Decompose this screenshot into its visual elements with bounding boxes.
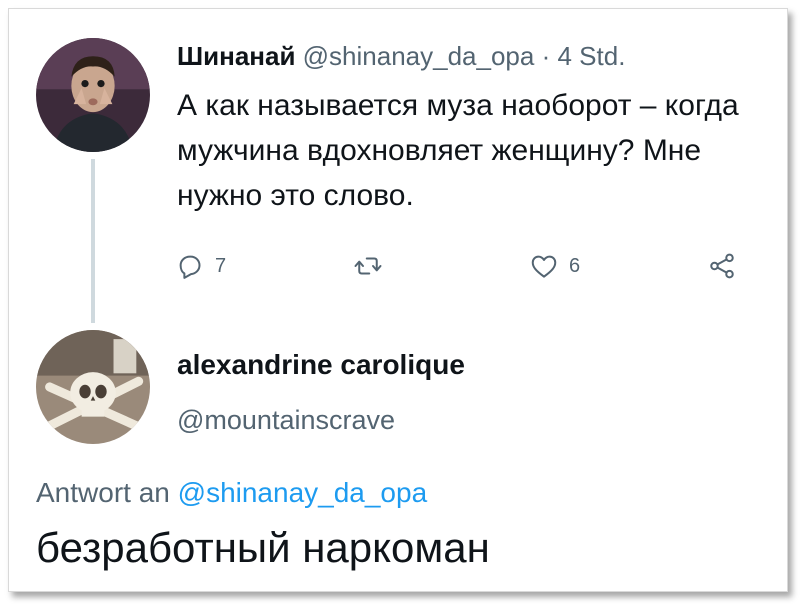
reply-context: Antwort an @shinanay_da_opa bbox=[36, 477, 427, 509]
avatar-shinanay[interactable] bbox=[36, 38, 150, 152]
share-button[interactable] bbox=[707, 251, 737, 281]
thread-connector-line bbox=[91, 159, 95, 323]
tweet-text: А как называется муза наоборот – когда м… bbox=[177, 89, 739, 212]
author-handle[interactable]: @mountainscrave bbox=[177, 405, 395, 436]
tweet-text: безработный наркоман bbox=[36, 524, 490, 571]
screenshot-frame: Шинанай @shinanay_da_opa · 4 Std. А как … bbox=[8, 8, 788, 592]
avatar-mountainscrave[interactable] bbox=[36, 330, 150, 444]
retweet-button[interactable] bbox=[353, 251, 383, 281]
tweet-timestamp[interactable]: 4 Std. bbox=[558, 41, 626, 71]
reply-count: 7 bbox=[215, 254, 227, 277]
header-separator: · bbox=[541, 41, 551, 71]
reply-to-label: Antwort an bbox=[36, 477, 170, 508]
skull-crossbones-photo bbox=[36, 330, 150, 444]
author-handle[interactable]: @shinanay_da_opa bbox=[303, 41, 535, 71]
reply-icon bbox=[175, 251, 205, 281]
author-name[interactable]: alexandrine carolique bbox=[177, 349, 465, 381]
avatar-photo bbox=[36, 38, 150, 152]
author-name[interactable]: Шинанай bbox=[177, 41, 295, 71]
tweet-action-bar: 7 6 bbox=[175, 251, 745, 287]
reply-to-mention-link[interactable]: @shinanay_da_opa bbox=[178, 477, 428, 508]
share-icon bbox=[707, 251, 737, 281]
retweet-icon bbox=[353, 251, 383, 281]
like-button[interactable]: 6 bbox=[529, 251, 580, 281]
reply-button[interactable]: 7 bbox=[175, 251, 226, 281]
tweet-header: Шинанай @shinanay_da_opa · 4 Std. bbox=[177, 39, 625, 73]
heart-icon bbox=[529, 251, 559, 281]
like-count: 6 bbox=[569, 254, 581, 277]
